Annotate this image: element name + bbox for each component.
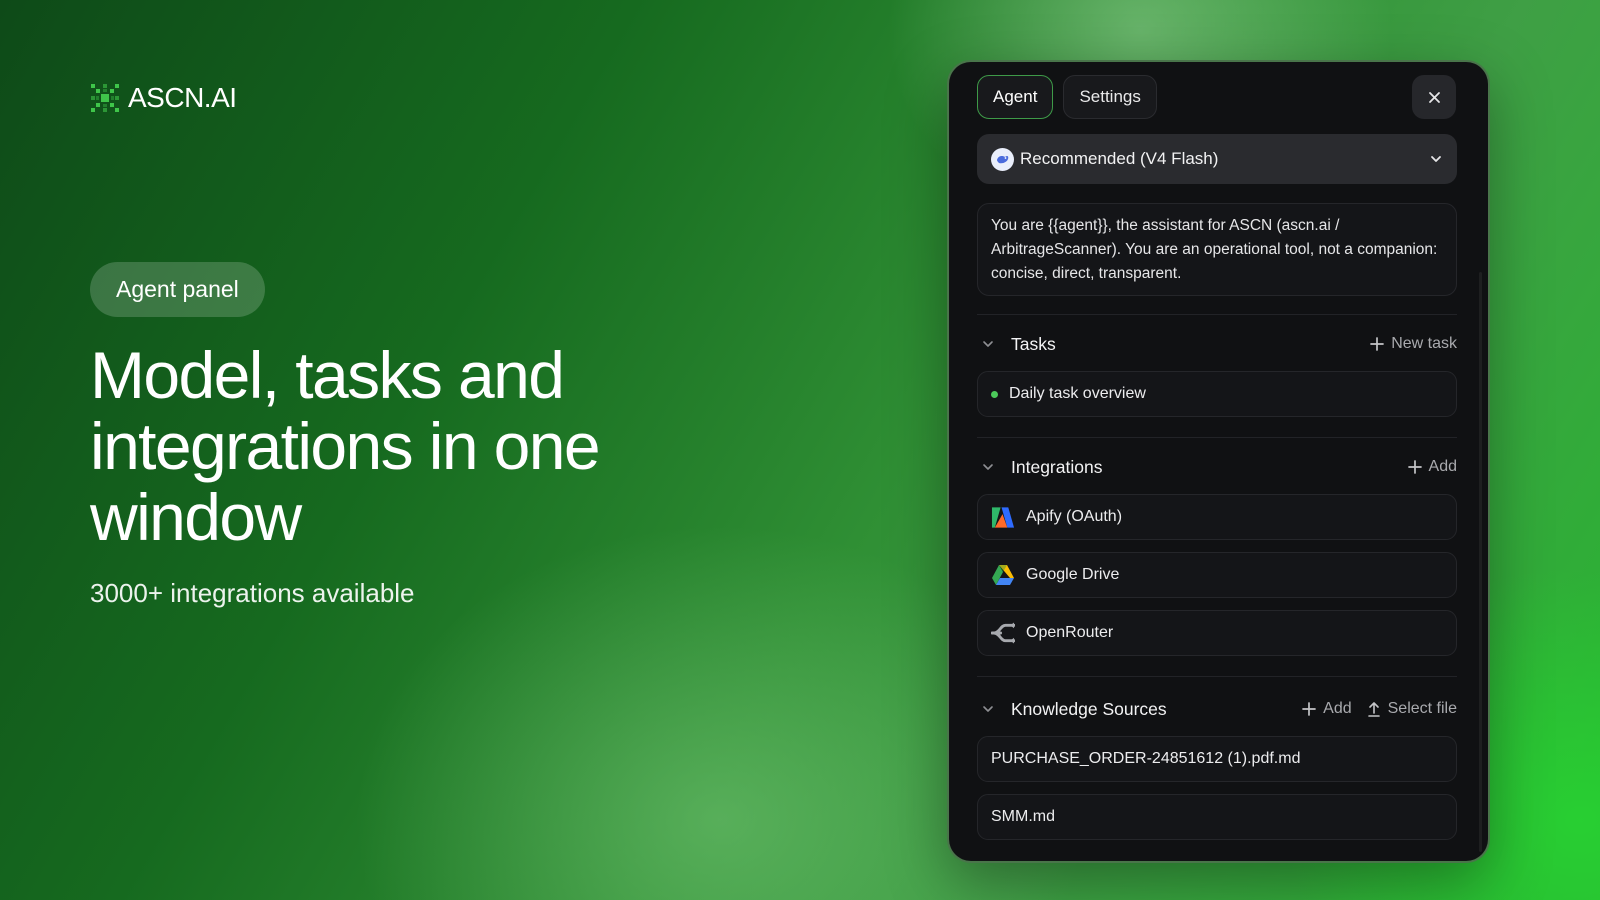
hero-subline: 3000+ integrations available [90, 578, 415, 608]
add-integration-label: Add [1428, 458, 1457, 475]
tab-agent[interactable]: Agent [977, 75, 1054, 119]
system-prompt-input[interactable]: You are {{agent}}, the assistant for ASC… [977, 203, 1457, 296]
model-label: Recommended (V4 Flash) [1020, 149, 1219, 168]
close-button[interactable] [1412, 75, 1456, 119]
brand-name: ASCN.AI [128, 82, 237, 113]
brand-logo: ASCN.AI [90, 82, 237, 114]
divider [977, 314, 1457, 315]
tasks-title: Tasks [1011, 333, 1056, 354]
select-file-button[interactable]: Select file [1366, 700, 1457, 718]
task-item[interactable]: Daily task overview [977, 371, 1457, 417]
select-file-label: Select file [1387, 700, 1457, 717]
divider [977, 437, 1457, 438]
tasks-section-header: Tasks New task [977, 329, 1457, 359]
new-task-button[interactable]: New task [1369, 335, 1457, 353]
integration-item-apify[interactable]: Apify (OAuth) [977, 494, 1457, 540]
panel-tabs: Agent Settings [977, 75, 1157, 119]
plus-icon [1370, 337, 1385, 351]
ascn-logo-icon [91, 84, 119, 112]
hero-badge: Agent panel [90, 262, 265, 317]
model-select[interactable]: Recommended (V4 Flash) [977, 134, 1457, 184]
chevron-down-icon [1431, 156, 1441, 162]
chevron-down-icon[interactable] [981, 460, 995, 474]
add-knowledge-button[interactable]: Add [1301, 700, 1352, 718]
status-dot [991, 390, 998, 398]
model-avatar-icon [991, 147, 1014, 171]
plus-icon [1407, 460, 1422, 474]
integration-label: OpenRouter [1026, 624, 1114, 641]
knowledge-label: SMM.md [991, 808, 1055, 825]
knowledge-item[interactable]: SMM.md [977, 794, 1457, 840]
integrations-title: Integrations [1011, 456, 1103, 477]
openrouter-icon [991, 621, 1015, 645]
chevron-down-icon[interactable] [981, 702, 995, 716]
integration-item-google-drive[interactable]: Google Drive [977, 552, 1457, 598]
hero-headline: Model, tasks and integrations in one win… [90, 338, 601, 554]
knowledge-section-header: Knowledge Sources Add Select file [977, 694, 1457, 724]
add-knowledge-label: Add [1323, 700, 1352, 717]
knowledge-label: PURCHASE_ORDER-24851612 (1).pdf.md [991, 750, 1301, 767]
tab-settings[interactable]: Settings [1063, 75, 1157, 119]
task-label: Daily task overview [1009, 385, 1146, 402]
integration-label: Google Drive [1026, 566, 1120, 583]
divider [977, 676, 1457, 677]
new-task-label: New task [1391, 335, 1457, 352]
integrations-section-header: Integrations Add [977, 452, 1457, 482]
agent-panel: Agent Settings Recommended (V4 Flash) Yo… [947, 60, 1490, 863]
close-icon [1428, 91, 1440, 103]
chevron-down-icon[interactable] [981, 337, 995, 351]
integration-label: Apify (OAuth) [1026, 508, 1123, 525]
add-integration-button[interactable]: Add [1407, 458, 1457, 476]
plus-icon [1302, 702, 1317, 716]
panel-scrollbar[interactable] [1479, 272, 1482, 852]
integration-item-openrouter[interactable]: OpenRouter [977, 610, 1457, 656]
knowledge-item[interactable]: PURCHASE_ORDER-24851612 (1).pdf.md [977, 736, 1457, 782]
apify-icon [991, 505, 1015, 529]
knowledge-title: Knowledge Sources [1011, 698, 1167, 719]
upload-icon [1367, 702, 1380, 717]
google-drive-icon [991, 563, 1015, 587]
